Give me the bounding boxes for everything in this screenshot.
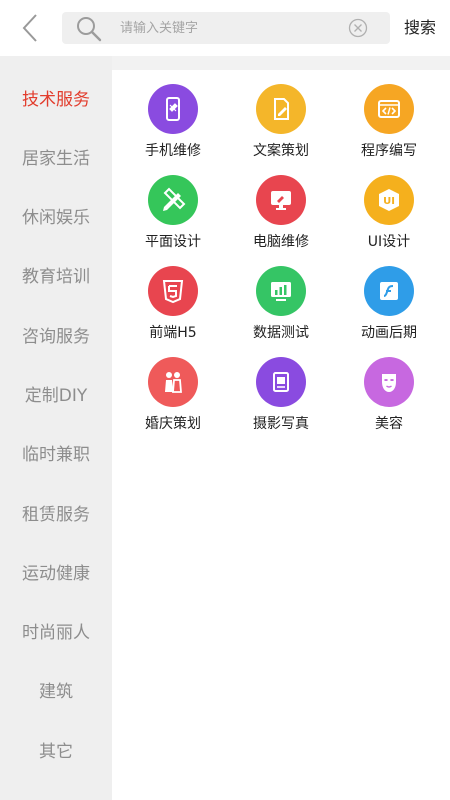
service-label: UI设计 — [367, 234, 411, 250]
service-tile-beauty[interactable]: 美容 — [341, 357, 437, 447]
service-label: 手机维修 — [145, 143, 201, 159]
service-tile-data-testing[interactable]: 数据测试 — [233, 266, 329, 356]
category-item-consulting[interactable]: 咨询服务 — [0, 317, 112, 357]
back-button[interactable] — [14, 12, 46, 44]
search-icon — [77, 17, 102, 42]
service-tile-animation[interactable]: 动画后期 — [341, 266, 437, 356]
category-item-sports-health[interactable]: 运动健康 — [0, 554, 112, 594]
category-item-other[interactable]: 其它 — [0, 732, 112, 772]
service-tile-wedding-planning[interactable]: 婚庆策划 — [125, 357, 221, 447]
photo-album-icon — [256, 357, 306, 407]
top-bar: 搜索 — [0, 0, 450, 56]
service-tile-photography[interactable]: 摄影写真 — [233, 357, 329, 447]
monitor-repair-icon — [256, 175, 306, 225]
flash-icon — [364, 266, 414, 316]
face-mask-icon — [364, 357, 414, 407]
search-box[interactable] — [62, 12, 390, 44]
search-button[interactable]: 搜索 — [398, 12, 442, 44]
pencil-ruler-icon — [148, 175, 198, 225]
service-tile-programming[interactable]: 程序编写 — [341, 84, 437, 174]
service-tile-copywriting[interactable]: 文案策划 — [233, 84, 329, 174]
service-grid: 手机维修 文案策划 程序编写 平面设计 电脑维修 UI UI设计 前端H5 数据… — [112, 70, 450, 800]
category-sidebar: 技术服务 居家生活 休闲娱乐 教育培训 咨询服务 定制DIY 临时兼职 租赁服务… — [0, 56, 112, 800]
clear-icon[interactable] — [348, 18, 368, 38]
service-label: 平面设计 — [145, 234, 201, 250]
svg-text:UI: UI — [383, 196, 395, 207]
service-label: 电脑维修 — [253, 234, 309, 250]
chart-screen-icon — [256, 266, 306, 316]
service-tile-computer-repair[interactable]: 电脑维修 — [233, 175, 329, 265]
document-pen-icon — [256, 84, 306, 134]
service-label: 动画后期 — [361, 325, 417, 341]
phone-repair-icon — [148, 84, 198, 134]
service-label: 前端H5 — [149, 325, 197, 341]
service-label: 数据测试 — [253, 325, 309, 341]
category-item-custom-diy[interactable]: 定制DIY — [0, 376, 112, 416]
service-tile-frontend-h5[interactable]: 前端H5 — [125, 266, 221, 356]
code-window-icon — [364, 84, 414, 134]
ui-badge-icon: UI — [364, 175, 414, 225]
service-label: 文案策划 — [253, 143, 309, 159]
chevron-left-icon — [22, 14, 37, 42]
service-label: 程序编写 — [361, 143, 417, 159]
service-label: 摄影写真 — [253, 416, 309, 432]
category-item-tech-services[interactable]: 技术服务 — [0, 80, 112, 120]
category-item-home-life[interactable]: 居家生活 — [0, 139, 112, 179]
category-item-leisure[interactable]: 休闲娱乐 — [0, 198, 112, 238]
category-item-fashion[interactable]: 时尚丽人 — [0, 613, 112, 653]
service-tile-graphic-design[interactable]: 平面设计 — [125, 175, 221, 265]
couple-icon — [148, 357, 198, 407]
category-item-construction[interactable]: 建筑 — [0, 672, 112, 712]
service-label: 婚庆策划 — [145, 416, 201, 432]
service-tile-phone-repair[interactable]: 手机维修 — [125, 84, 221, 174]
category-item-part-time[interactable]: 临时兼职 — [0, 435, 112, 475]
category-item-rental[interactable]: 租赁服务 — [0, 495, 112, 535]
search-input[interactable] — [120, 12, 340, 44]
service-tile-ui-design[interactable]: UI UI设计 — [341, 175, 437, 265]
html5-icon — [148, 266, 198, 316]
service-label: 美容 — [375, 416, 403, 432]
category-item-education[interactable]: 教育培训 — [0, 257, 112, 297]
